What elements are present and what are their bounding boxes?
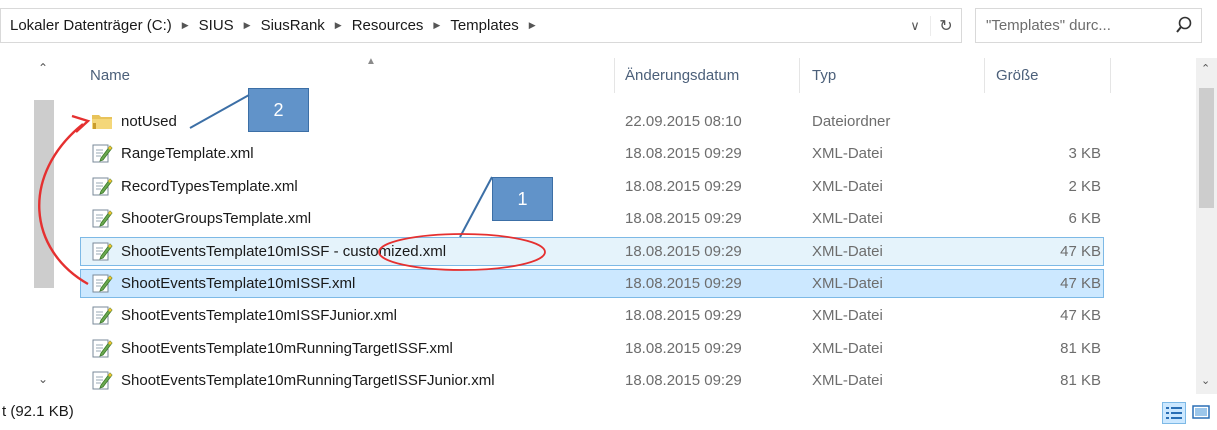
search-icon[interactable] [1175,15,1193,35]
chevron-right-icon[interactable]: ▶ [427,20,446,31]
file-size: 6 KB [1068,210,1101,228]
file-size: 3 KB [1068,145,1101,163]
file-date: 18.08.2015 09:29 [625,177,742,195]
file-size: 2 KB [1068,177,1101,195]
file-name: ShootEventsTemplate10mISSF.xml [121,275,356,292]
large-icons-view-icon[interactable] [1190,402,1214,424]
breadcrumb-sius[interactable]: SIUS [195,17,238,34]
column-header-type[interactable]: Typ [812,58,836,93]
file-type: XML-Datei [812,145,883,163]
file-row[interactable]: ShootEventsTemplate10mISSF - customized.… [0,236,1195,268]
scroll-up-icon[interactable]: ⌃ [1201,62,1210,75]
file-row[interactable]: RecordTypesTemplate.xml 18.08.2015 09:29 X… [0,172,1195,203]
file-type: XML-Datei [812,242,883,260]
xml-file-icon [91,241,113,261]
file-type: XML-Datei [812,339,883,357]
file-date: 18.08.2015 09:29 [625,275,742,292]
file-date: 18.08.2015 09:29 [625,307,742,325]
file-size: 81 KB [1060,372,1101,390]
breadcrumb: Lokaler Datenträger (C:) ▶ SIUS ▶ SiusRa… [1,17,900,34]
file-size: 47 KB [1060,275,1101,292]
callout-2: 2 [248,88,309,132]
details-view-icon[interactable] [1162,402,1186,424]
file-size: 47 KB [1060,242,1101,260]
file-type: XML-Datei [812,177,883,195]
scrollbar-thumb[interactable] [1199,88,1214,208]
file-type: XML-Datei [812,307,883,325]
column-divider[interactable] [1110,58,1111,93]
file-type: XML-Datei [812,275,883,292]
xml-file-icon [91,143,113,163]
xml-file-icon [91,338,113,358]
column-header-bar: ▲ Name Änderungsdatum Typ Größe [0,56,1195,93]
file-name: RangeTemplate.xml [121,145,254,163]
file-date: 18.08.2015 09:29 [625,372,742,390]
address-bar[interactable]: Lokaler Datenträger (C:) ▶ SIUS ▶ SiusRa… [0,8,962,43]
file-size: 47 KB [1060,307,1101,325]
file-row[interactable]: ShootEventsTemplate10mRunningTargetISSF.… [0,334,1195,365]
file-name: ShootEventsTemplate10mISSF - customized.… [121,242,447,260]
file-name: ShootEventsTemplate10mRunningTargetISSF.… [121,339,453,357]
search-input[interactable]: "Templates" durc... [975,8,1202,43]
file-row[interactable]: ShootEventsTemplate10mISSF.xml 18.08.2015… [0,269,1195,300]
file-name: ShootEventsTemplate10mISSFJunior.xml [121,307,397,325]
file-size [990,107,1101,136]
file-type: XML-Datei [812,372,883,390]
file-date: 22.09.2015 08:10 [625,113,742,130]
scroll-down-icon[interactable]: ⌄ [1201,374,1210,387]
file-name: ShootEventsTemplate10mRunningTargetISSFJ… [121,372,495,390]
file-row[interactable]: ShootEventsTemplate10mRunningTargetISSFJ… [0,366,1195,397]
refresh-icon[interactable]: ↻ [930,15,961,36]
file-date: 18.08.2015 09:29 [625,242,742,260]
chevron-right-icon[interactable]: ▶ [523,20,542,31]
column-divider[interactable] [614,58,615,93]
file-name: notUsed [121,113,177,130]
column-divider[interactable] [984,58,985,93]
column-divider[interactable] [799,58,800,93]
xml-file-icon [91,370,113,390]
file-date: 18.08.2015 09:29 [625,210,742,228]
breadcrumb-siusrank[interactable]: SiusRank [257,17,329,34]
vertical-scrollbar[interactable]: ⌃ ⌄ [1196,58,1217,394]
sort-ascending-icon: ▲ [366,56,376,67]
search-placeholder: "Templates" durc... [986,17,1111,34]
xml-file-icon [91,208,113,228]
nav-scroll-up-icon[interactable]: ⌃ [38,61,48,75]
column-header-date[interactable]: Änderungsdatum [625,58,739,93]
file-type: XML-Datei [812,210,883,228]
file-name: RecordTypesTemplate.xml [121,177,298,195]
chevron-right-icon[interactable]: ▶ [238,20,257,31]
breadcrumb-resources[interactable]: Resources [348,17,428,34]
xml-file-icon [91,176,113,196]
file-row[interactable]: notUsed 22.09.2015 08:10 Dateiordner [0,107,1195,138]
file-row[interactable]: ShooterGroupsTemplate.xml 18.08.2015 09:2… [0,204,1195,235]
column-header-name[interactable]: Name [90,58,130,93]
file-row[interactable]: RangeTemplate.xml 18.08.2015 09:29 XML-Dat… [0,139,1195,170]
chevron-right-icon[interactable]: ▶ [329,20,348,31]
history-dropdown-icon[interactable]: ∨ [900,18,930,34]
chevron-right-icon[interactable]: ▶ [176,20,195,31]
breadcrumb-templates[interactable]: Templates [446,17,522,34]
callout-1: 1 [492,177,553,221]
file-size: 81 KB [1060,339,1101,357]
xml-file-icon [91,273,113,293]
file-date: 18.08.2015 09:29 [625,339,742,357]
status-text: t (92.1 KB) [2,403,74,420]
file-name: ShooterGroupsTemplate.xml [121,210,312,228]
file-type: Dateiordner [812,113,891,130]
breadcrumb-drive[interactable]: Lokaler Datenträger (C:) [6,17,176,34]
folder-icon [91,111,113,131]
file-row[interactable]: ShootEventsTemplate10mISSFJunior.xml 18.0… [0,301,1195,332]
file-date: 18.08.2015 09:29 [625,145,742,163]
xml-file-icon [91,305,113,325]
column-header-size[interactable]: Größe [996,58,1039,93]
